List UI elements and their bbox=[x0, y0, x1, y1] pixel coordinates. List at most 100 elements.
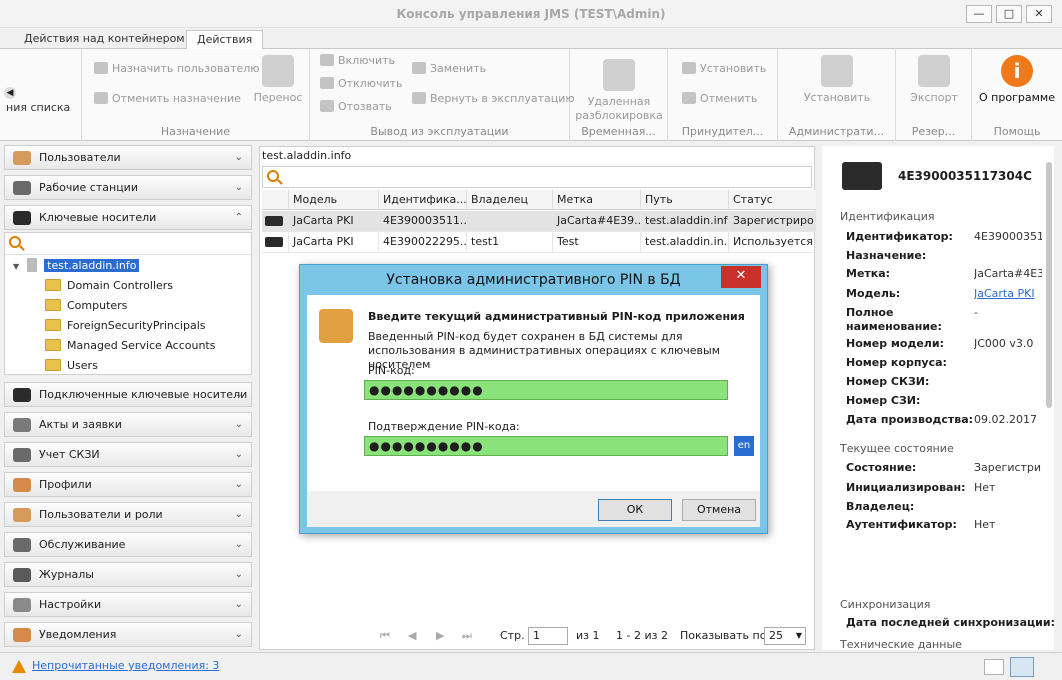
return-icon bbox=[412, 92, 426, 104]
tree-search-input[interactable] bbox=[5, 233, 251, 255]
export-button[interactable]: Экспорт bbox=[900, 55, 968, 104]
chevron-down-icon: ⌄ bbox=[234, 539, 243, 550]
detail-label: Назначение: bbox=[846, 249, 927, 262]
table-row[interactable]: JaCarta PKI 4E390003511... JaCarta#4E39.… bbox=[262, 211, 816, 232]
nav-section-key-carriers[interactable]: Ключевые носители ⌃ bbox=[4, 205, 252, 230]
confirm-pin-input[interactable]: ●●●●●●●●●● bbox=[364, 436, 728, 456]
ok-button[interactable]: ОК bbox=[598, 499, 672, 521]
column-model[interactable]: Модель bbox=[288, 190, 378, 210]
forced-cancel-button[interactable]: Отменить bbox=[682, 89, 757, 109]
nav-section-profiles[interactable]: Профили ⌄ bbox=[4, 472, 252, 497]
chevron-down-icon: ⌄ bbox=[234, 389, 243, 400]
layout-vertical-icon[interactable] bbox=[1010, 657, 1034, 677]
nav-section-workstations[interactable]: Рабочие станции ⌄ bbox=[4, 175, 252, 200]
nav-section-acts[interactable]: Акты и заявки ⌄ bbox=[4, 412, 252, 437]
nav-section-connected-carriers[interactable]: Подключенные ключевые носители ⌄ bbox=[4, 382, 252, 407]
revoke-icon bbox=[320, 100, 334, 112]
tree-item[interactable]: Computers bbox=[45, 297, 127, 315]
nav-section-skzi[interactable]: Учет СКЗИ ⌄ bbox=[4, 442, 252, 467]
folder-icon bbox=[45, 339, 61, 351]
next-page-icon[interactable]: ▶ bbox=[436, 629, 448, 642]
cell: JaCarta#4E39... bbox=[552, 211, 640, 232]
maximize-button[interactable]: □ bbox=[996, 5, 1022, 23]
nav-section-settings[interactable]: Настройки ⌄ bbox=[4, 592, 252, 617]
roles-icon bbox=[13, 508, 31, 522]
section-sync: Синхронизация bbox=[840, 598, 931, 611]
nav-section-notifications[interactable]: Уведомления ⌄ bbox=[4, 622, 252, 647]
scrollbar-thumb[interactable] bbox=[1046, 162, 1052, 408]
pin-input[interactable]: ●●●●●●●●●● bbox=[364, 380, 728, 400]
section-state: Текущее состояние bbox=[840, 442, 954, 455]
database-icon bbox=[821, 55, 853, 87]
minimize-button[interactable]: — bbox=[966, 5, 992, 23]
column-owner[interactable]: Владелец bbox=[466, 190, 552, 210]
tab-actions[interactable]: Действия bbox=[186, 30, 264, 50]
forced-set-button[interactable]: Установить bbox=[682, 59, 766, 79]
search-icon bbox=[9, 236, 21, 248]
domain-tree: ▼ test.aladdin.info Domain Controllers C… bbox=[4, 232, 252, 375]
cell: 4E390003511... bbox=[378, 211, 466, 232]
ribbon-group-caption: Администрати... bbox=[788, 125, 885, 138]
column-status[interactable]: Статус bbox=[728, 190, 814, 210]
detail-label: Идентификатор: bbox=[846, 230, 953, 243]
cell: Test bbox=[552, 232, 640, 253]
first-page-icon[interactable]: ⏮ bbox=[380, 629, 392, 642]
remote-unlock-button[interactable]: Удаленная разблокировка bbox=[574, 59, 664, 123]
column-path[interactable]: Путь bbox=[640, 190, 728, 210]
tree-item[interactable]: Domain Controllers bbox=[45, 277, 173, 295]
smartcard-icon bbox=[265, 237, 283, 247]
detail-value: 4E390003511 bbox=[974, 230, 1042, 243]
ribbon-scroll-left-icon[interactable]: ◀ bbox=[4, 87, 16, 99]
revoke-button[interactable]: Отозвать bbox=[320, 97, 392, 117]
collapse-arrow-icon[interactable]: ▼ bbox=[13, 262, 19, 271]
tree-item[interactable]: Users bbox=[45, 357, 98, 375]
section-tech: Технические данные bbox=[840, 638, 962, 651]
user-add-icon bbox=[94, 62, 108, 74]
replace-button[interactable]: Заменить bbox=[412, 59, 486, 79]
model-link[interactable]: JaCarta PKI bbox=[974, 287, 1042, 300]
user-remove-icon bbox=[94, 92, 108, 104]
replace-icon bbox=[412, 62, 426, 74]
tab-container-actions[interactable]: Действия над контейнером bbox=[14, 30, 195, 50]
close-button[interactable]: ✕ bbox=[1026, 5, 1052, 23]
details-panel: 4E3900035117304C Идентификация Идентифик… bbox=[822, 146, 1055, 651]
journal-icon bbox=[13, 568, 31, 582]
grid-search-input[interactable] bbox=[262, 166, 812, 188]
ribbon-group-caption: Временная... bbox=[581, 125, 656, 138]
smartcard-icon bbox=[842, 162, 882, 190]
prev-page-icon[interactable]: ◀ bbox=[408, 629, 420, 642]
page-size-select[interactable]: 25 ▼ bbox=[764, 627, 806, 645]
tree-root[interactable]: ▼ test.aladdin.info bbox=[13, 257, 140, 275]
layout-horizontal-icon[interactable] bbox=[984, 659, 1004, 675]
return-to-service-button[interactable]: Вернуть в эксплуатацию bbox=[412, 89, 575, 109]
cancel-button[interactable]: Отмена bbox=[682, 499, 756, 521]
nav-section-users-roles[interactable]: Пользователи и роли ⌄ bbox=[4, 502, 252, 527]
nav-section-maintenance[interactable]: Обслуживание ⌄ bbox=[4, 532, 252, 557]
nav-section-users[interactable]: Пользователи ⌄ bbox=[4, 145, 252, 170]
chevron-down-icon: ⌄ bbox=[234, 419, 243, 430]
admin-set-button[interactable]: Установить bbox=[788, 55, 886, 104]
nav-section-journals[interactable]: Журналы ⌄ bbox=[4, 562, 252, 587]
ribbon-group-help: i О программе Помощь bbox=[972, 49, 1062, 141]
ribbon-list-button[interactable]: ния списка bbox=[6, 101, 70, 114]
assign-user-button[interactable]: Назначить пользователю bbox=[94, 59, 260, 79]
detail-label: Модель: bbox=[846, 287, 901, 300]
cancel-assign-button[interactable]: Отменить назначение bbox=[94, 89, 241, 109]
transfer-button[interactable]: Перенос bbox=[252, 55, 304, 104]
tree-item[interactable]: Managed Service Accounts bbox=[45, 337, 215, 355]
tree-root-label: test.aladdin.info bbox=[44, 259, 140, 272]
table-row[interactable]: JaCarta PKI 4E390022295... test1 Test te… bbox=[262, 232, 816, 253]
enable-button[interactable]: Включить bbox=[320, 51, 395, 71]
column-label[interactable]: Метка bbox=[552, 190, 640, 210]
workstation-icon bbox=[13, 181, 31, 195]
about-button[interactable]: i О программе bbox=[976, 55, 1058, 104]
dialog-close-button[interactable]: ✕ bbox=[721, 266, 761, 288]
disable-button[interactable]: Отключить bbox=[320, 74, 403, 94]
details-scrollbar[interactable] bbox=[1046, 162, 1052, 650]
last-page-icon[interactable]: ⏭ bbox=[462, 629, 474, 642]
column-id[interactable]: Идентифика... bbox=[378, 190, 466, 210]
page-input[interactable]: 1 bbox=[528, 627, 568, 645]
tree-item[interactable]: ForeignSecurityPrincipals bbox=[45, 317, 206, 335]
unread-notifications-link[interactable]: Непрочитанные уведомления: 3 bbox=[32, 659, 219, 672]
maintenance-icon bbox=[13, 538, 31, 552]
